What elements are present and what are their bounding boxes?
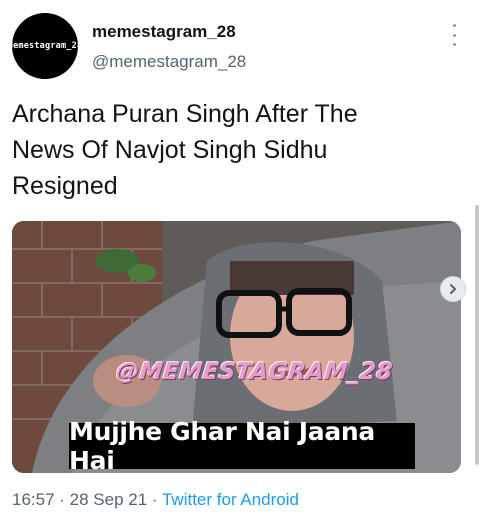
scrollbar[interactable] xyxy=(475,205,479,465)
caption-text: Mujjhe Ghar Nai Jaana Hai xyxy=(69,417,375,473)
user-handle[interactable]: @memestagram_28 xyxy=(92,52,246,72)
avatar[interactable]: Memestagram_28 xyxy=(8,13,82,79)
next-media-button[interactable] xyxy=(440,276,466,302)
tweet-media-video[interactable]: @MEMESTAGRAM_28 Mujjhe Ghar Nai Jaana Ha… xyxy=(12,221,461,473)
tweet-source-link[interactable]: Twitter for Android xyxy=(162,490,299,509)
more-vertical-icon[interactable] xyxy=(451,24,457,46)
meta-separator: · xyxy=(147,490,162,509)
tweet-text: Archana Puran Singh After The News Of Na… xyxy=(12,100,358,200)
avatar-logo-text: Memestagram_28 xyxy=(7,41,83,51)
chevron-right-icon xyxy=(450,284,456,294)
display-name[interactable]: memestagram_28 xyxy=(92,22,236,42)
tweet-date[interactable]: 28 Sep 21 xyxy=(70,490,148,509)
watermark-text: @MEMESTAGRAM_28 xyxy=(114,359,395,385)
video-caption: Mujjhe Ghar Nai Jaana Hai xyxy=(69,417,415,473)
tweet-time[interactable]: 16:57 xyxy=(12,490,55,509)
meta-separator: · xyxy=(54,490,70,509)
tweet-meta: 16:57 · 28 Sep 21 · Twitter for Android xyxy=(12,490,299,510)
